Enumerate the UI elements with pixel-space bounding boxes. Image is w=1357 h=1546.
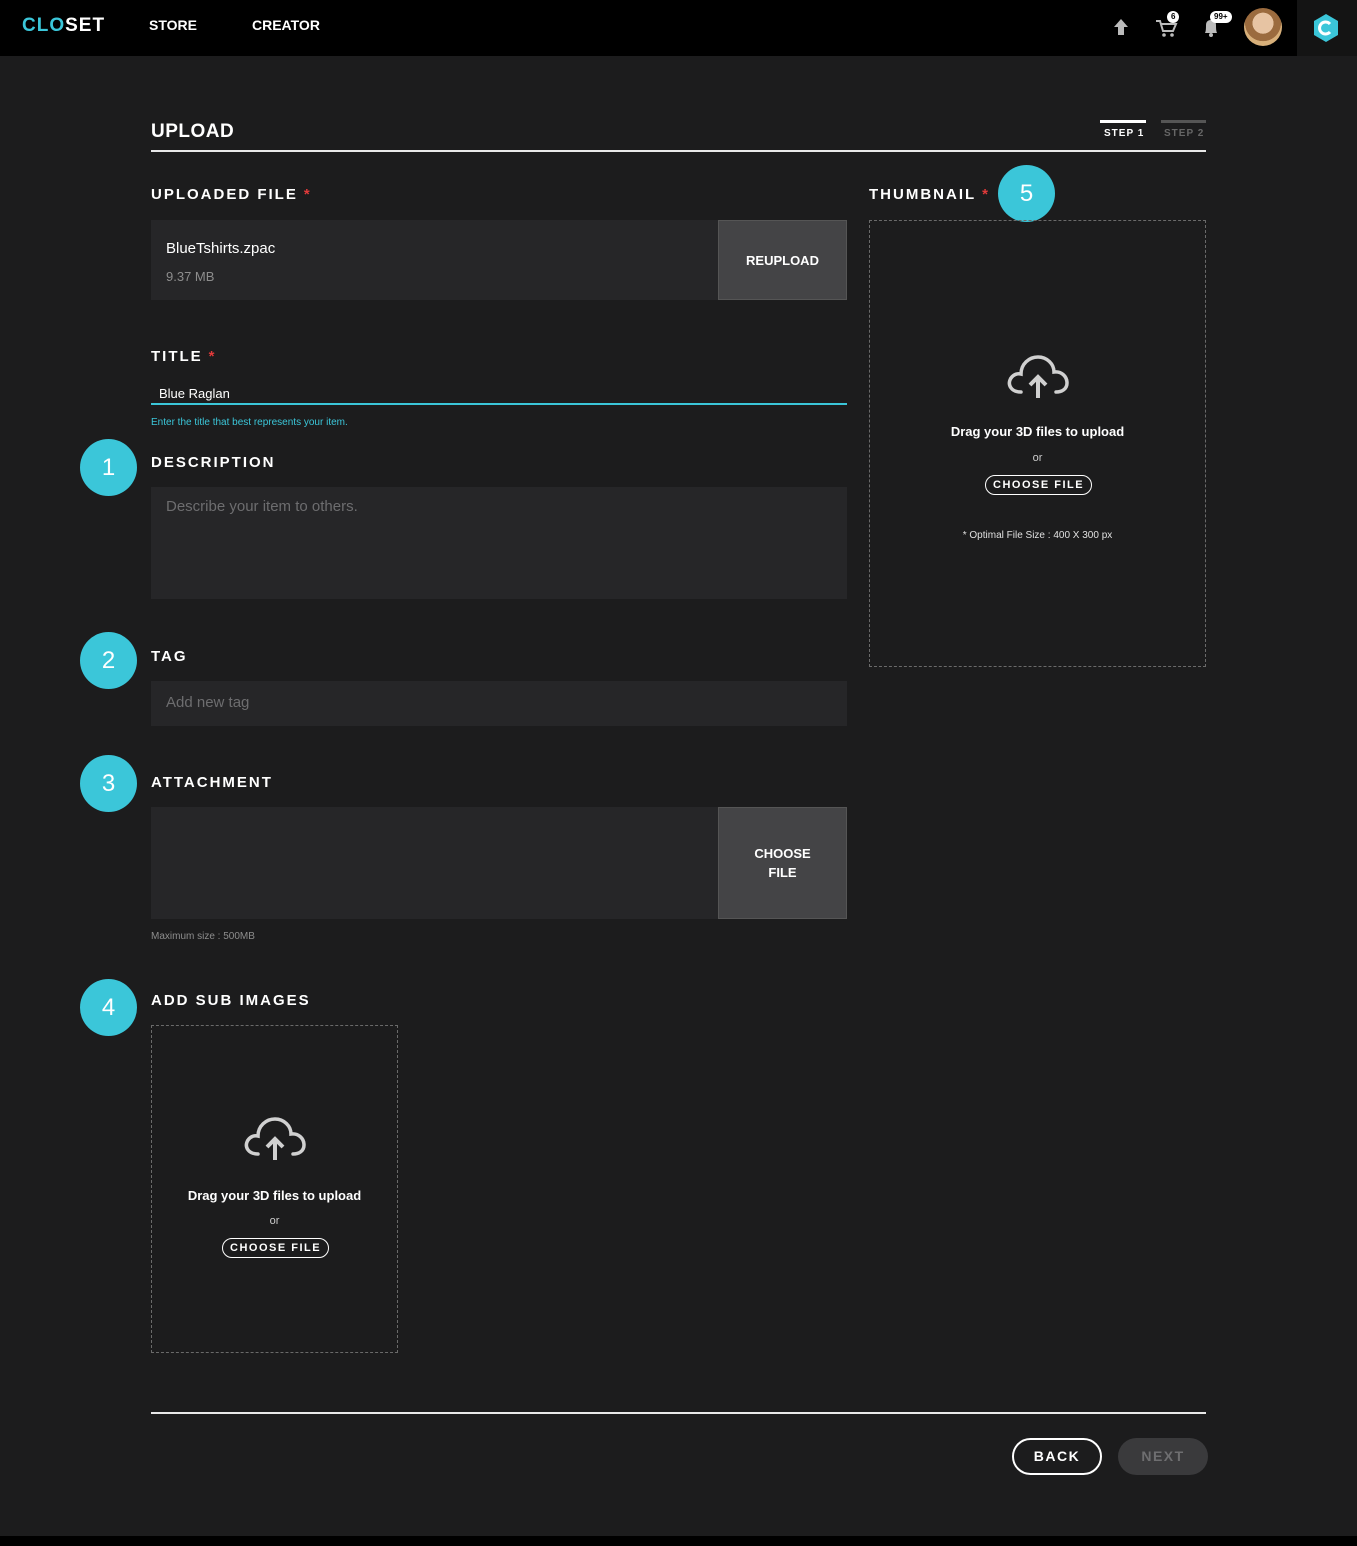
sub-images-choose-file-button[interactable]: CHOOSE FILE xyxy=(222,1238,330,1258)
attachment-field xyxy=(151,807,718,919)
attachment-size-hint: Maximum size : 500MB xyxy=(151,931,255,942)
attachment-button-line-2: FILE xyxy=(768,865,797,880)
next-button[interactable]: NEXT xyxy=(1118,1438,1208,1475)
marker-5: 5 xyxy=(998,165,1055,222)
title-input[interactable]: Blue Raglan xyxy=(159,386,230,401)
marker-4: 4 xyxy=(80,979,137,1036)
uploaded-file-label: UPLOADED FILE * xyxy=(151,186,312,203)
thumbnail-dropzone[interactable]: Drag your 3D files to upload or CHOOSE F… xyxy=(869,220,1206,667)
step-1-indicator xyxy=(1100,120,1146,123)
closet-logo[interactable]: CLOSET xyxy=(22,15,105,37)
title-hint: Enter the title that best represents you… xyxy=(151,417,348,428)
nav-creator[interactable]: CREATOR xyxy=(252,17,320,33)
brand-menu[interactable] xyxy=(1297,0,1357,56)
step-2-indicator xyxy=(1161,120,1206,123)
tag-label: TAG xyxy=(151,648,188,665)
uploaded-file-name: BlueTshirts.zpac xyxy=(166,240,276,257)
sub-images-drag-text: Drag your 3D files to upload xyxy=(187,1188,362,1203)
required-asterisk: * xyxy=(982,186,990,203)
notification-count-badge: 99+ xyxy=(1210,11,1232,23)
tag-input[interactable] xyxy=(151,681,847,726)
upload-arrow-icon[interactable] xyxy=(1106,12,1136,42)
cloud-upload-icon xyxy=(244,1117,306,1160)
attachment-button-line-1: CHOOSE xyxy=(754,846,811,861)
user-avatar[interactable] xyxy=(1244,8,1282,46)
description-placeholder: Describe your item to others. xyxy=(166,498,358,515)
thumbnail-drag-text: Drag your 3D files to upload xyxy=(950,424,1125,439)
bottom-strip xyxy=(0,1536,1357,1546)
description-label: DESCRIPTION xyxy=(151,454,276,471)
thumbnail-label-text: THUMBNAIL xyxy=(869,186,977,203)
title-label-text: TITLE xyxy=(151,348,203,365)
back-button[interactable]: BACK xyxy=(1012,1438,1102,1475)
thumbnail-size-hint: * Optimal File Size : 400 X 300 px xyxy=(962,530,1113,541)
logo-clo-text: CLO xyxy=(22,15,66,36)
uploaded-file-box xyxy=(151,220,718,300)
attachment-label: ATTACHMENT xyxy=(151,774,273,791)
marker-2: 2 xyxy=(80,632,137,689)
step-1-label: STEP 1 xyxy=(1104,128,1145,139)
reupload-button[interactable]: REUPLOAD xyxy=(718,220,847,300)
sub-images-label: ADD SUB IMAGES xyxy=(151,992,311,1009)
step-2-label: STEP 2 xyxy=(1164,128,1205,139)
title-label: TITLE * xyxy=(151,348,217,365)
cloud-upload-icon xyxy=(1007,355,1069,398)
footer-divider xyxy=(151,1412,1206,1414)
sub-images-or-text: or xyxy=(269,1215,280,1227)
closet-hex-icon xyxy=(1314,14,1338,42)
header-divider xyxy=(151,150,1206,152)
required-asterisk: * xyxy=(303,186,312,203)
sub-images-dropzone[interactable]: Drag your 3D files to upload or CHOOSE F… xyxy=(151,1025,398,1353)
thumbnail-or-text: or xyxy=(1032,452,1043,464)
uploaded-file-label-text: UPLOADED FILE xyxy=(151,186,298,203)
logo-set-text: SET xyxy=(65,15,106,36)
attachment-choose-file-button[interactable]: CHOOSE FILE xyxy=(718,807,847,919)
marker-3: 3 xyxy=(80,755,137,812)
thumbnail-label: THUMBNAIL * xyxy=(869,186,990,203)
title-input-underline xyxy=(151,403,847,405)
marker-1: 1 xyxy=(80,439,137,496)
tag-placeholder: Add new tag xyxy=(166,694,250,711)
top-navigation-bar: CLOSET STORE CREATOR 6 99+ xyxy=(0,0,1357,56)
thumbnail-choose-file-button[interactable]: CHOOSE FILE xyxy=(985,475,1093,495)
required-asterisk: * xyxy=(208,348,217,365)
page-title: UPLOAD xyxy=(151,121,235,142)
uploaded-file-size: 9.37 MB xyxy=(166,269,215,284)
nav-store[interactable]: STORE xyxy=(149,17,197,33)
